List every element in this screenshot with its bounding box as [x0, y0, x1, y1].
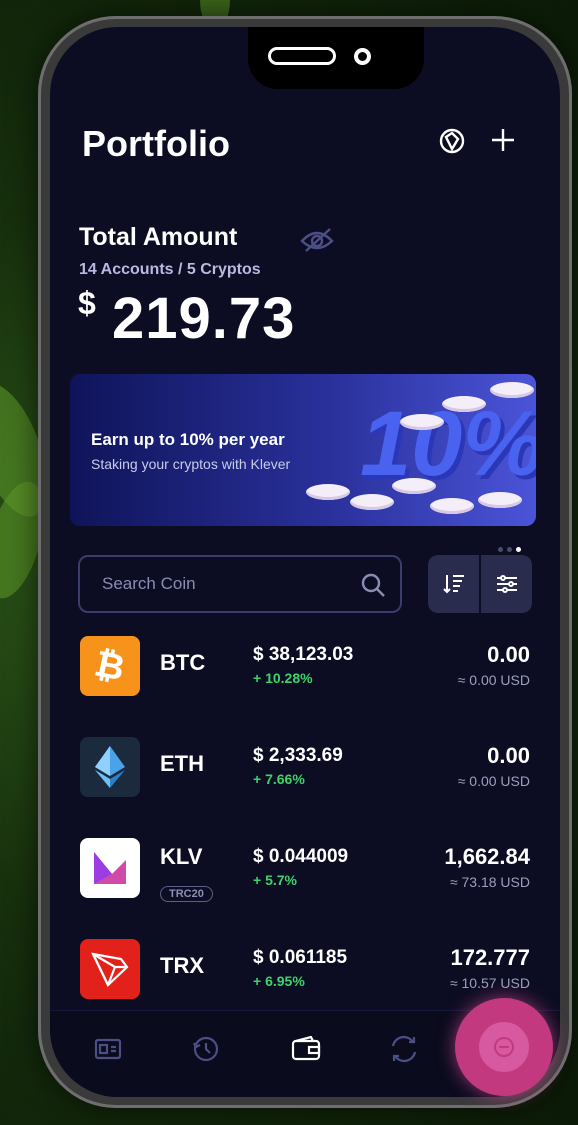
- coin-balance: 0.00: [487, 743, 530, 768]
- coin-balance: 0.00: [487, 642, 530, 667]
- coin-graphic: [306, 484, 350, 500]
- coin-change: + 6.95%: [253, 973, 305, 989]
- pagination-dot-active[interactable]: [516, 547, 521, 552]
- coin-graphic: [350, 494, 394, 510]
- menu-button[interactable]: [455, 998, 553, 1096]
- staking-banner[interactable]: Earn up to 10% per year Staking your cry…: [70, 374, 536, 526]
- coin-graphic: [430, 498, 474, 514]
- coin-graphic: [442, 396, 486, 412]
- speaker-grille: [268, 47, 336, 65]
- coin-row-btc[interactable]: ₿ BTC $ 38,123.03 + 10.28% 0.00 ≈ 0.00 U…: [50, 636, 560, 716]
- coin-usd-value: ≈ 73.18 USD: [449, 874, 530, 890]
- history-icon[interactable]: [186, 1029, 226, 1069]
- pagination-dot[interactable]: [498, 547, 503, 552]
- search-box[interactable]: [78, 555, 402, 613]
- bitcoin-icon: ₿: [80, 636, 140, 696]
- coin-balance: 172.777: [450, 945, 530, 970]
- banner-title: Earn up to 10% per year: [91, 430, 285, 449]
- coin-graphic: [392, 478, 436, 494]
- coin-symbol: KLV: [160, 844, 203, 869]
- accounts-summary: 14 Accounts / 5 Cryptos: [79, 261, 261, 278]
- token-standard-badge: TRC20: [160, 886, 213, 902]
- filter-icon[interactable]: [481, 555, 532, 613]
- search-input[interactable]: [100, 573, 354, 595]
- coin-symbol: BTC: [160, 650, 206, 675]
- tron-icon: [80, 939, 140, 999]
- exchange-icon[interactable]: [384, 1029, 424, 1069]
- sort-icon[interactable]: [428, 555, 480, 613]
- front-camera: [354, 48, 371, 65]
- coin-usd-value: ≈ 0.00 USD: [457, 773, 530, 789]
- klever-icon: [80, 838, 140, 898]
- page-title: Portfolio: [82, 123, 230, 164]
- coin-row-klv[interactable]: KLV TRC20 $ 0.044009 + 5.7% 1,662.84 ≈ 7…: [50, 838, 560, 918]
- coin-price: $ 38,123.03: [253, 644, 354, 665]
- pagination-dot[interactable]: [507, 547, 512, 552]
- coin-price: $ 2,333.69: [253, 745, 343, 766]
- coin-balance: 1,662.84: [444, 844, 530, 869]
- wallet-icon[interactable]: [286, 1029, 326, 1069]
- plus-icon[interactable]: [490, 127, 516, 161]
- menu-icon: [479, 1022, 529, 1072]
- coin-price: $ 0.044009: [253, 846, 349, 867]
- banner-subtitle: Staking your cryptos with Klever: [91, 456, 291, 472]
- total-amount-label: Total Amount: [79, 223, 238, 251]
- coin-graphic: [400, 414, 444, 430]
- total-amount-value: 219.73: [112, 286, 296, 351]
- app-screen: Portfolio Total Amount 14 Accounts / 5 C…: [50, 27, 560, 1097]
- coin-row-eth[interactable]: ETH $ 2,333.69 + 7.66% 0.00 ≈ 0.00 USD: [50, 737, 560, 817]
- id-card-icon[interactable]: [88, 1029, 128, 1069]
- ethereum-icon: [80, 737, 140, 797]
- hide-balance-icon[interactable]: [300, 225, 334, 258]
- coin-graphic: [490, 382, 534, 398]
- phone-frame: Portfolio Total Amount 14 Accounts / 5 C…: [38, 16, 572, 1108]
- coin-symbol: ETH: [160, 751, 204, 776]
- coin-usd-value: ≈ 0.00 USD: [457, 672, 530, 688]
- coin-usd-value: ≈ 10.57 USD: [449, 975, 530, 991]
- currency-symbol: $: [78, 285, 96, 321]
- coin-change: + 7.66%: [253, 771, 305, 787]
- search-icon[interactable]: [360, 572, 386, 603]
- coin-price: $ 0.061185: [253, 947, 348, 968]
- coin-change: + 10.28%: [253, 670, 313, 686]
- coin-symbol: TRX: [160, 953, 204, 978]
- coin-graphic: [478, 492, 522, 508]
- coin-change: + 5.7%: [253, 872, 297, 888]
- phone-notch: [248, 27, 424, 89]
- list-tools: [428, 555, 532, 613]
- network-icon[interactable]: [438, 127, 466, 163]
